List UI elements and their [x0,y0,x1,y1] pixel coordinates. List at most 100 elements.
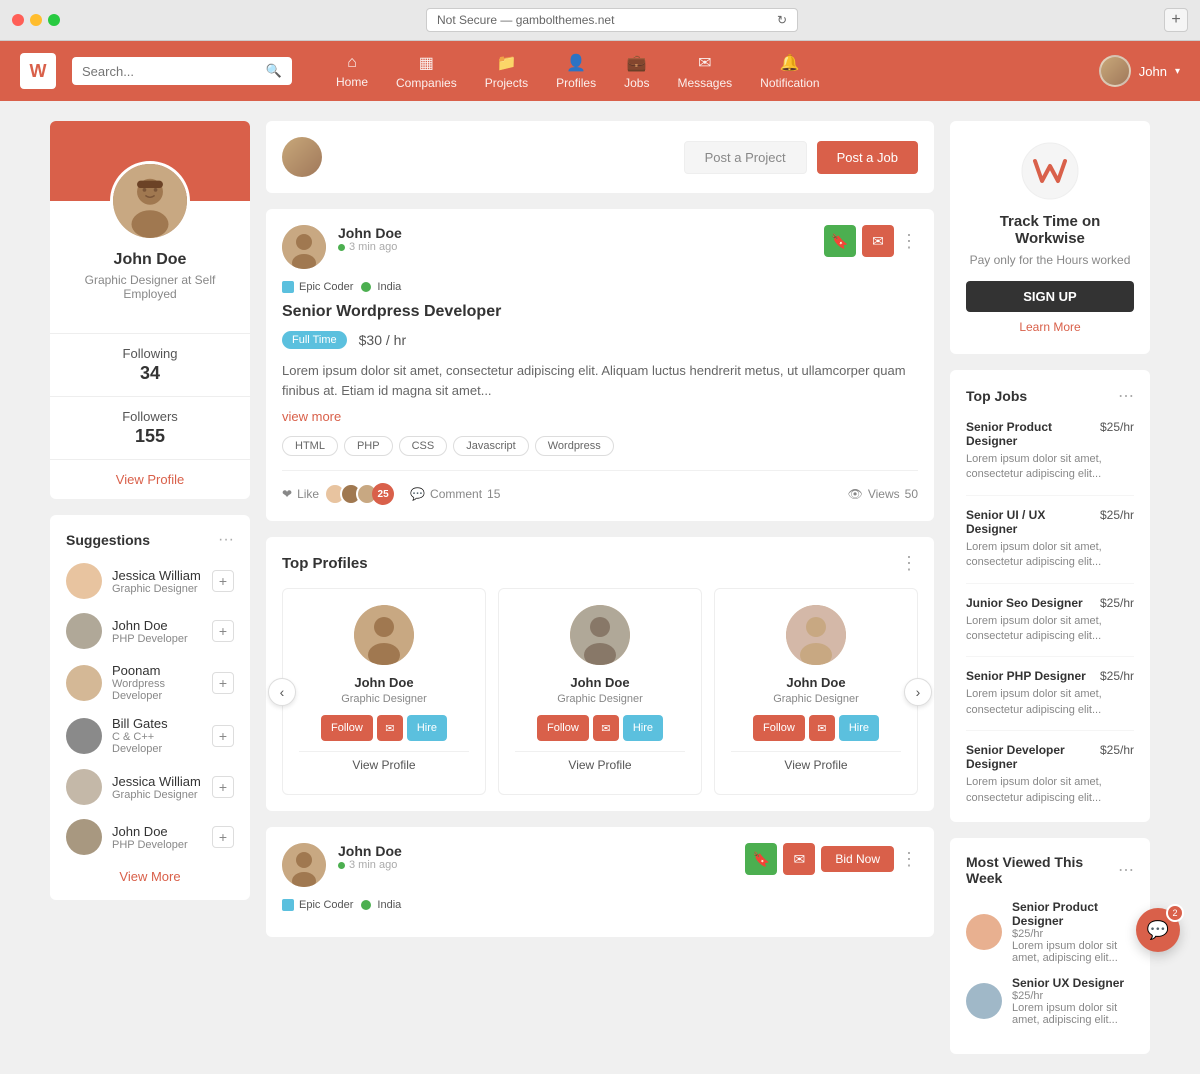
learn-more-link[interactable]: Learn More [1019,320,1080,334]
view-more-suggestions[interactable]: View More [66,869,234,884]
fullscreen-dot[interactable] [48,14,60,26]
suggestion-name-5: Jessica William [112,774,202,789]
message-profile-2[interactable]: ✉ [593,715,619,741]
nav-profiles-label: Profiles [556,76,596,90]
top-job-desc-5: Lorem ipsum dolor sit amet, consectetur … [966,775,1134,806]
close-dot[interactable] [12,14,24,26]
most-viewed-title: Most Viewed This Week [966,854,1118,886]
add-button-5[interactable]: + [212,776,234,798]
most-viewed-header: Most Viewed This Week ⋯ [966,854,1134,886]
reload-icon[interactable]: ↻ [777,13,787,27]
hire-button-3[interactable]: Hire [839,715,879,741]
add-button-4[interactable]: + [212,725,234,747]
navbar: W 🔍 ⌂ Home ▦ Companies 📁 Projects 👤 Prof… [0,41,1200,101]
more-options-icon[interactable]: ⋮ [900,231,918,252]
message-button[interactable]: ✉ [862,225,894,257]
comment-action[interactable]: 💬 Comment 15 [410,487,500,501]
list-item: Jessica William Graphic Designer + [66,769,234,805]
view-profile-button[interactable]: View Profile [50,459,250,499]
suggestion-avatar-4 [66,718,102,754]
signup-button[interactable]: SIGN UP [966,281,1134,312]
more-options-icon-2[interactable]: ⋮ [900,849,918,870]
nav-messages[interactable]: ✉ Messages [665,45,744,98]
follow-button-2[interactable]: Follow [537,715,589,741]
followers-label: Followers [62,409,238,424]
nav-logo[interactable]: W [20,53,56,89]
bookmark-button-2[interactable]: 🔖 [745,843,777,875]
job-user-info: John Doe 3 min ago [338,225,812,253]
location-dot [361,282,371,292]
follow-button-3[interactable]: Follow [753,715,805,741]
add-button-2[interactable]: + [212,620,234,642]
chat-bubble[interactable]: 💬 2 [1136,908,1180,952]
view-profile-link-3[interactable]: View Profile [731,751,901,778]
job-header-2: John Doe 3 min ago 🔖 ✉ Bid Now ⋮ [282,843,918,887]
add-button-1[interactable]: + [212,570,234,592]
suggestion-info-2: John Doe PHP Developer [112,618,202,645]
suggestion-name-2: John Doe [112,618,202,633]
address-bar[interactable]: Not Secure — gambolthemes.net ↻ [426,8,798,32]
following-count: 34 [62,363,238,384]
top-job-desc-4: Lorem ipsum dolor sit amet, consectetur … [966,687,1134,718]
message-button-2[interactable]: ✉ [783,843,815,875]
profile-grid-avatar-1 [354,605,414,665]
followers-count: 155 [62,426,238,447]
nav-links: ⌂ Home ▦ Companies 📁 Projects 👤 Profiles… [324,45,832,98]
nav-user[interactable]: John ▾ [1099,55,1180,87]
message-profile-1[interactable]: ✉ [377,715,403,741]
add-button-3[interactable]: + [212,672,234,694]
hire-button-2[interactable]: Hire [623,715,663,741]
view-more-job-link[interactable]: view more [282,409,341,424]
search-input[interactable] [82,64,260,79]
nav-search[interactable]: 🔍 [72,57,292,85]
message-profile-3[interactable]: ✉ [809,715,835,741]
company-icon [282,281,294,293]
nav-home[interactable]: ⌂ Home [324,46,380,97]
hire-button-1[interactable]: Hire [407,715,447,741]
profile-card: John Doe Graphic Designer at Self Employ… [50,121,250,499]
nav-profiles[interactable]: 👤 Profiles [544,45,608,98]
suggestion-avatar-3 [66,665,102,701]
mv-title-1: Senior Product Designer [1012,900,1134,928]
view-profile-link-1[interactable]: View Profile [299,751,469,778]
nav-companies[interactable]: ▦ Companies [384,45,469,98]
add-button-6[interactable]: + [212,826,234,848]
most-viewed-more-icon[interactable]: ⋯ [1118,860,1134,880]
nav-jobs[interactable]: 💼 Jobs [612,45,661,98]
bookmark-button[interactable]: 🔖 [824,225,856,257]
nav-notification[interactable]: 🔔 Notification [748,45,831,98]
follow-button-1[interactable]: Follow [321,715,373,741]
suggestion-role-3: Wordpress Developer [112,678,202,702]
post-job-button[interactable]: Post a Job [817,141,918,174]
comment-label: Comment [430,487,482,501]
suggestion-name-3: Poonam [112,663,202,678]
top-profiles-more-icon[interactable]: ⋮ [900,553,918,574]
post-project-button[interactable]: Post a Project [684,141,807,174]
suggestions-more-icon[interactable]: ··· [218,531,234,549]
job-description: Lorem ipsum dolor sit amet, consectetur … [282,361,918,400]
following-label: Following [62,346,238,361]
company-tag-2: Epic Coder [282,899,353,911]
job-user-info-2: John Doe 3 min ago [338,843,733,871]
profile-grid-avatar-2 [570,605,630,665]
carousel-prev-button[interactable]: ‹ [268,678,296,706]
suggestion-info-6: John Doe PHP Developer [112,824,202,851]
carousel-next-button[interactable]: › [904,678,932,706]
top-jobs-more-icon[interactable]: ⋯ [1118,386,1134,406]
profiles-grid: ‹ John Doe Graphic Designer Follow ✉ [282,588,918,795]
mv-desc-1: Lorem ipsum dolor sit amet, adipiscing e… [1012,940,1134,964]
top-job-item-4: Senior PHP Designer $25/hr Lorem ipsum d… [966,669,1134,731]
minimize-dot[interactable] [30,14,42,26]
nav-avatar [1099,55,1131,87]
view-profile-link-2[interactable]: View Profile [515,751,685,778]
top-job-desc-1: Lorem ipsum dolor sit amet, consectetur … [966,452,1134,483]
list-item: Bill Gates C & C++ Developer + [66,716,234,755]
top-job-row-5: Senior Developer Designer $25/hr [966,743,1134,771]
suggestion-name-4: Bill Gates [112,716,202,731]
nav-projects[interactable]: 📁 Projects [473,45,540,98]
bid-now-button[interactable]: Bid Now [821,846,894,872]
new-tab-button[interactable]: + [1164,8,1188,32]
time-text-2: 3 min ago [349,859,397,871]
like-action[interactable]: ❤ Like 25 [282,483,394,505]
views-section: 👁 Views 50 [848,487,918,501]
